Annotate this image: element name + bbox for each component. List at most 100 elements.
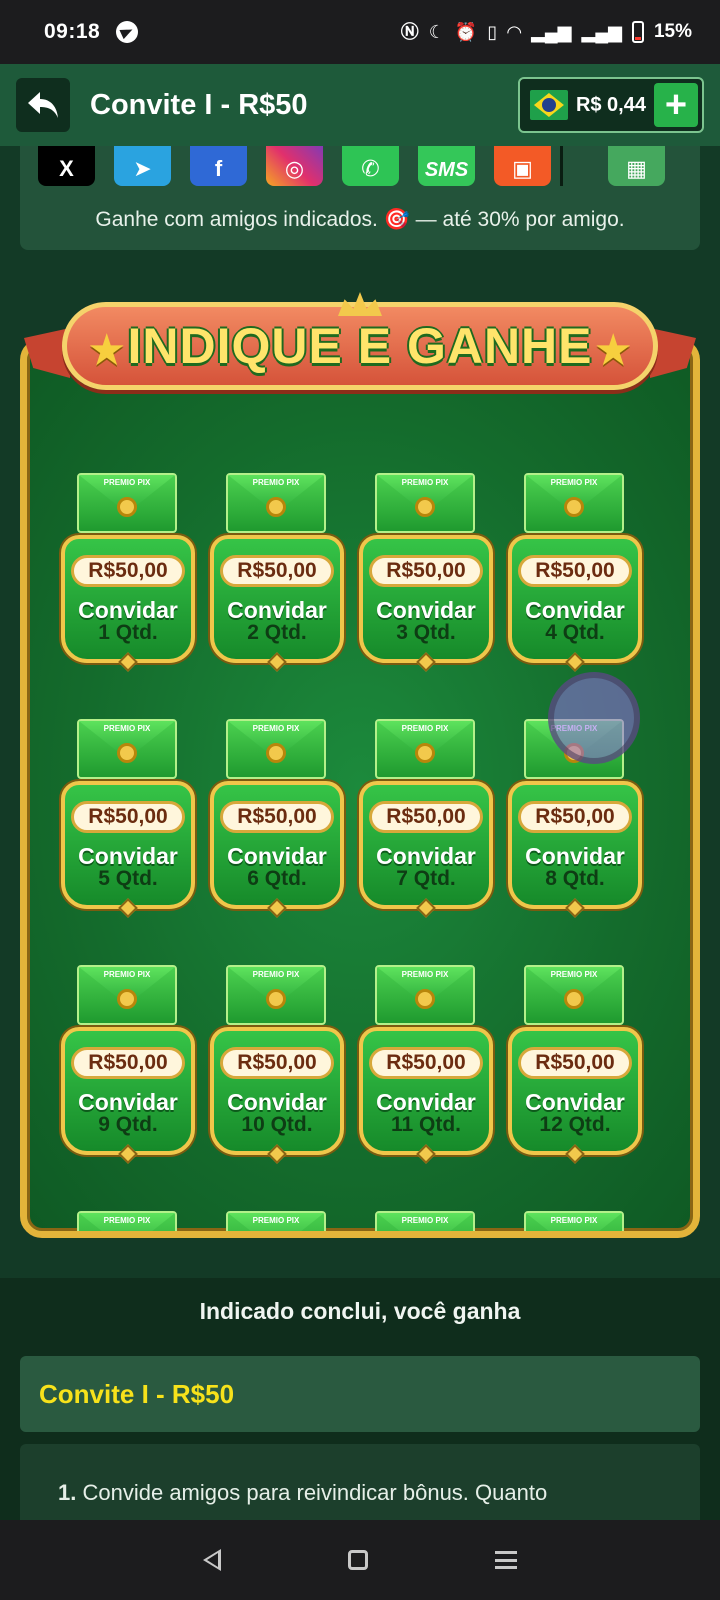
- kwai-icon[interactable]: ▣: [494, 146, 551, 186]
- more-apps-icon[interactable]: ▦: [608, 146, 665, 186]
- card-price: R$50,00: [369, 1047, 483, 1079]
- envelope-label: PREMIO PIX: [550, 970, 598, 979]
- share-icons-row: X ➤ f ◎ ✆ SMS ▣ ▦: [38, 146, 665, 186]
- card-qty-label: 1 Qtd.: [98, 621, 158, 644]
- reward-card[interactable]: PREMIO PIX: [53, 1211, 205, 1231]
- balance-box[interactable]: R$ 0,44 +: [517, 77, 704, 133]
- battery-icon: [631, 21, 644, 43]
- reward-card[interactable]: PREMIO PIX R$50,00 Convidar 4 Qtd.: [500, 473, 652, 673]
- moon-icon: ☾: [428, 22, 445, 42]
- share-divider: [560, 146, 563, 186]
- signal-icon: ▂▄▆: [531, 22, 572, 42]
- card-price: R$50,00: [220, 1047, 334, 1079]
- card-price: R$50,00: [71, 1047, 185, 1079]
- instagram-icon[interactable]: ◎: [266, 146, 323, 186]
- accordion-body: 1. Convide amigos para reivindicar bônus…: [20, 1444, 700, 1524]
- envelope-icon: PREMIO PIX: [77, 965, 177, 1025]
- balance-amount: R$ 0,44: [575, 93, 646, 116]
- reward-card[interactable]: PREMIO PIX: [351, 1211, 503, 1231]
- system-nav-bar: [0, 1520, 720, 1600]
- alarm-icon: ⏰: [454, 22, 478, 42]
- envelope-icon: PREMIO PIX: [77, 473, 177, 533]
- reward-card[interactable]: PREMIO PIX R$50,00 Convidar 1 Qtd.: [53, 473, 205, 673]
- coin-icon: [266, 989, 286, 1009]
- rules-section: Indicado conclui, você ganha Convite I -…: [0, 1278, 720, 1524]
- reward-card[interactable]: PREMIO PIX R$50,00 Convidar 11 Qtd.: [351, 965, 503, 1165]
- x-icon[interactable]: X: [38, 146, 95, 186]
- reward-card[interactable]: PREMIO PIX: [500, 1211, 652, 1231]
- envelope-icon: PREMIO PIX: [375, 719, 475, 779]
- coin-icon: [564, 497, 584, 517]
- status-time: 09:18: [44, 20, 101, 43]
- brazil-flag-icon: [529, 90, 568, 120]
- back-arrow-icon: [28, 92, 58, 118]
- card-qty-label: 6 Qtd.: [247, 867, 307, 890]
- card-action-label: Convidar: [525, 843, 625, 869]
- accordion-title: Convite I - R$50: [39, 1378, 235, 1409]
- nav-recents-icon[interactable]: [494, 1551, 517, 1569]
- card-qty-label: 2 Qtd.: [247, 621, 307, 644]
- card-qty-label: 5 Qtd.: [98, 867, 158, 890]
- reward-card[interactable]: PREMIO PIX R$50,00 Convidar 2 Qtd.: [202, 473, 354, 673]
- coin-icon: [117, 497, 137, 517]
- card-qty-label: 9 Qtd.: [98, 1113, 158, 1136]
- nav-home-icon[interactable]: [347, 1550, 368, 1570]
- deposit-plus-button[interactable]: +: [654, 83, 698, 127]
- card-price: R$50,00: [369, 801, 483, 833]
- signal-icon: ▂▄▆: [581, 22, 622, 42]
- coin-icon: [117, 743, 137, 763]
- envelope-icon: PREMIO PIX: [524, 1211, 624, 1231]
- card-price: R$50,00: [71, 801, 185, 833]
- status-icons: Ⓝ ☾ ⏰ ▯ ◠ ▂▄▆ ▂▄▆ 15%: [401, 21, 692, 43]
- card-action-label: Convidar: [78, 1089, 178, 1115]
- rule-number: 1.: [58, 1480, 77, 1505]
- envelope-label: PREMIO PIX: [252, 1216, 300, 1225]
- card-action-label: Convidar: [78, 597, 178, 623]
- card-qty-label: 11 Qtd.: [390, 1113, 462, 1136]
- accordion-header[interactable]: Convite I - R$50: [20, 1356, 700, 1432]
- reward-card[interactable]: PREMIO PIX R$50,00 Convidar 12 Qtd.: [500, 965, 652, 1165]
- sms-icon[interactable]: SMS: [418, 146, 475, 186]
- page-title: Convite I - R$50: [90, 88, 308, 121]
- facebook-icon[interactable]: f: [190, 146, 247, 186]
- envelope-icon: PREMIO PIX: [226, 719, 326, 779]
- telegram-icon[interactable]: ➤: [114, 146, 171, 186]
- card-price: R$50,00: [518, 1047, 632, 1079]
- reward-card[interactable]: PREMIO PIX: [202, 1211, 354, 1238]
- star-icon: ★: [593, 326, 633, 375]
- envelope-label: PREMIO PIX: [103, 970, 151, 979]
- card-qty-label: 3 Qtd.: [396, 621, 456, 644]
- card-action-label: Convidar: [525, 597, 625, 623]
- card-action-label: Convidar: [78, 843, 178, 869]
- reward-card[interactable]: PREMIO PIX R$50,00 Convidar 3 Qtd.: [351, 473, 503, 673]
- share-note: Ganhe com amigos indicados. 🎯 — até 30% …: [95, 208, 625, 231]
- rule-text: Convide amigos para reivindicar bônus. Q…: [82, 1480, 548, 1505]
- envelope-label: PREMIO PIX: [103, 1216, 151, 1225]
- reward-card[interactable]: PREMIO PIX R$50,00 Convidar 9 Qtd.: [53, 965, 205, 1165]
- coin-icon: [266, 1235, 286, 1238]
- envelope-icon: PREMIO PIX: [375, 965, 475, 1025]
- touch-indicator: [548, 672, 640, 764]
- nav-back-icon[interactable]: [203, 1549, 222, 1571]
- card-qty-label: 10 Qtd.: [241, 1113, 313, 1136]
- coin-icon: [415, 497, 435, 517]
- banner-title: INDIQUE E GANHE: [127, 318, 593, 374]
- vibrate-icon: ▯: [487, 22, 498, 42]
- whatsapp-icon[interactable]: ✆: [342, 146, 399, 186]
- telegram-icon: [116, 21, 139, 43]
- reward-card[interactable]: PREMIO PIX R$50,00 Convidar 5 Qtd.: [53, 719, 205, 919]
- reward-card[interactable]: PREMIO PIX R$50,00 Convidar 6 Qtd.: [202, 719, 354, 919]
- reward-card[interactable]: PREMIO PIX R$50,00 Convidar 7 Qtd.: [351, 719, 503, 919]
- coin-icon: [266, 497, 286, 517]
- crown-icon: [338, 292, 382, 316]
- card-price: R$50,00: [71, 555, 185, 587]
- card-price: R$50,00: [220, 801, 334, 833]
- share-panel: X ➤ f ◎ ✆ SMS ▣ ▦ Ganhe com amigos indic…: [20, 146, 700, 250]
- envelope-label: PREMIO PIX: [252, 724, 300, 733]
- envelope-label: PREMIO PIX: [103, 478, 151, 487]
- envelope-label: PREMIO PIX: [401, 724, 449, 733]
- reward-card[interactable]: PREMIO PIX R$50,00 Convidar 10 Qtd.: [202, 965, 354, 1165]
- envelope-label: PREMIO PIX: [550, 1216, 598, 1225]
- card-action-label: Convidar: [376, 843, 476, 869]
- back-button[interactable]: [16, 78, 70, 132]
